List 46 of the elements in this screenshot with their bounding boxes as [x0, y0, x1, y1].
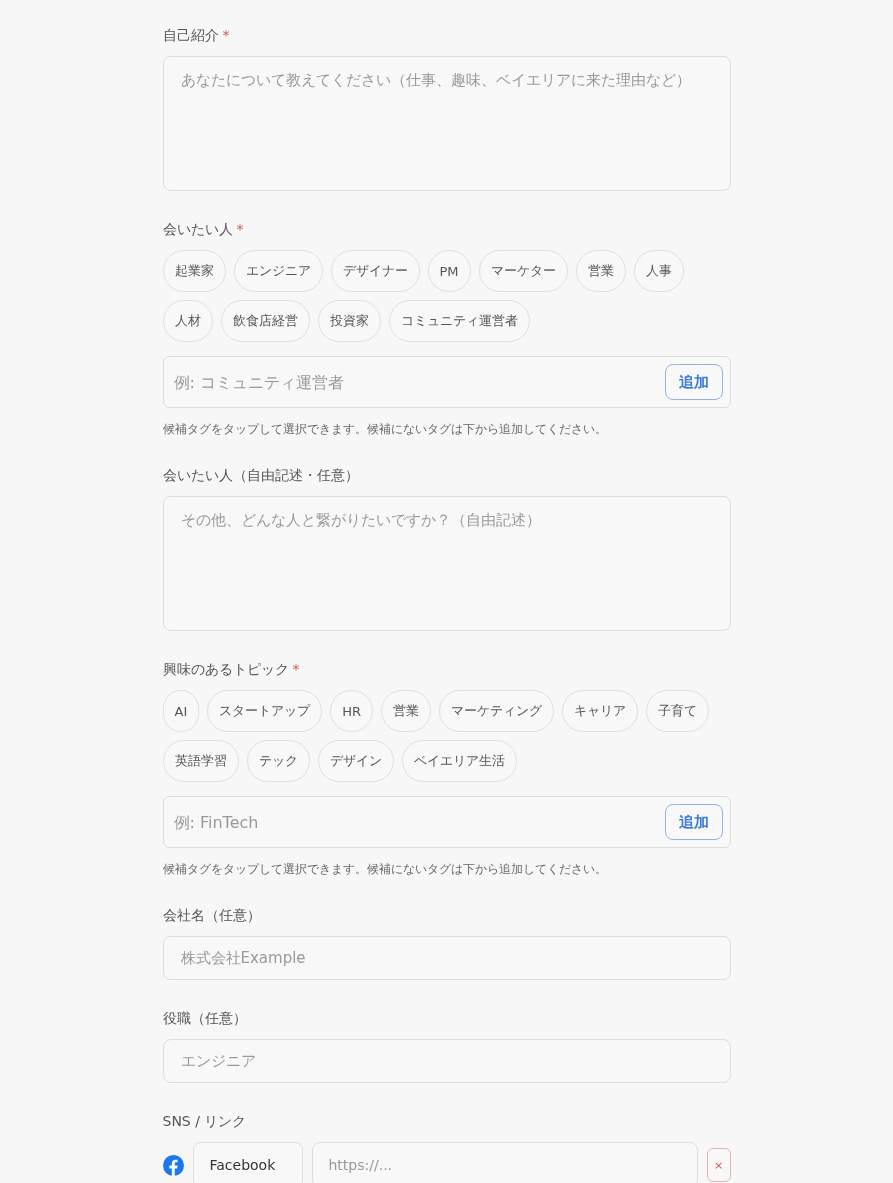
field-label: 興味のあるトピック *: [162, 660, 301, 679]
tag-chip[interactable]: 投資家: [317, 300, 381, 342]
tag-chip[interactable]: 営業: [575, 250, 626, 292]
tag-chip[interactable]: AI: [162, 690, 200, 732]
field-label: 会いたい人 *: [162, 220, 245, 239]
field-label: 自己紹介 *: [162, 26, 231, 45]
facebook-icon: [162, 1154, 184, 1176]
tag-chip[interactable]: キャリア: [562, 690, 639, 732]
field-label: 会社名（任意）: [162, 906, 262, 925]
tag-chip[interactable]: マーケター: [478, 250, 568, 292]
tag-chip[interactable]: エンジニア: [233, 250, 323, 292]
tag-chip[interactable]: デザイナー: [330, 250, 420, 292]
tag-input-field[interactable]: 例: コミュニティ運営者 追加: [162, 356, 731, 408]
tag-chip[interactable]: テック: [246, 740, 310, 782]
input-field[interactable]: 株式会社Example: [162, 936, 731, 980]
tag-chip[interactable]: 英語学習: [162, 740, 239, 782]
tag-chip[interactable]: 人材: [162, 300, 213, 342]
text-area[interactable]: その他、どんな人と繋がりたいですか？（自由記述）: [162, 496, 731, 631]
input-field[interactable]: エンジニア: [162, 1039, 731, 1083]
tag-input-field[interactable]: 例: FinTech 追加: [162, 796, 731, 848]
tag-chip[interactable]: 子育て: [646, 690, 710, 732]
tag-chip[interactable]: PM: [427, 250, 471, 292]
tag-chip[interactable]: 営業: [381, 690, 432, 732]
required-mark: *: [222, 27, 230, 43]
remove-button[interactable]: ×: [706, 1148, 731, 1182]
text-area[interactable]: あなたについて教えてください（仕事、趣味、ベイエリアに来た理由など）: [162, 56, 731, 191]
tag-chip[interactable]: マーケティング: [439, 690, 555, 732]
add-button[interactable]: 追加: [664, 364, 723, 400]
tag-chip[interactable]: ベイエリア生活: [401, 740, 517, 782]
tag-chip[interactable]: 飲食店経営: [220, 300, 310, 342]
tag-chip[interactable]: HR: [330, 690, 374, 732]
hint-text: 候補タグをタップして選択できます。候補にないタグは下から追加してください。: [162, 861, 608, 877]
field-label: 役職（任意）: [162, 1009, 248, 1028]
tag-chip[interactable]: 起業家: [162, 250, 226, 292]
field-label: 会いたい人（自由記述・任意）: [162, 466, 360, 485]
service-select[interactable]: Facebook: [192, 1142, 303, 1183]
tag-chip[interactable]: スタートアップ: [207, 690, 323, 732]
tag-chip[interactable]: デザイン: [317, 740, 394, 782]
tag-chip[interactable]: 人事: [633, 250, 684, 292]
hint-text: 候補タグをタップして選択できます。候補にないタグは下から追加してください。: [162, 421, 608, 437]
required-mark: *: [236, 221, 244, 237]
required-mark: *: [292, 661, 300, 677]
add-button[interactable]: 追加: [664, 804, 723, 840]
url-field[interactable]: https://...: [311, 1142, 698, 1183]
field-label: SNS / リンク: [162, 1112, 248, 1131]
tag-chip[interactable]: コミュニティ運営者: [388, 300, 530, 342]
